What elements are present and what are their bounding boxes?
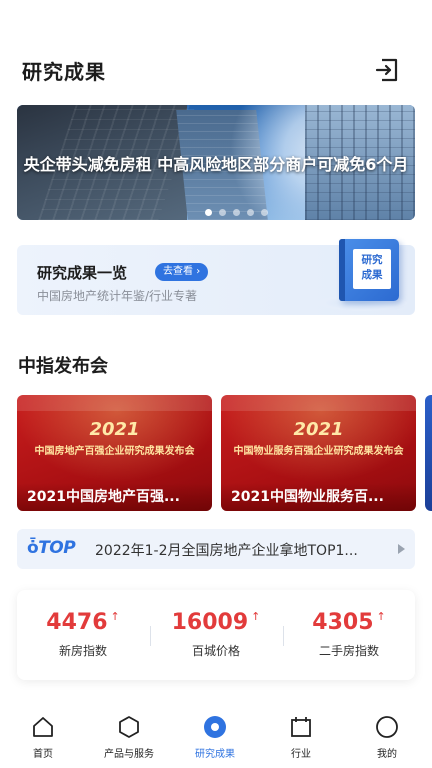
tab-industry[interactable]: 行业 xyxy=(258,705,344,768)
pager-dot[interactable] xyxy=(233,209,240,216)
tab-label: 首页 xyxy=(33,749,53,760)
event-caption: 2021中国物业服务百... xyxy=(221,483,416,511)
event-card-partial[interactable] xyxy=(425,395,432,511)
index-hundred-city[interactable]: 16009 ↑ 百城价格 xyxy=(150,590,282,680)
event-name: 中国物业服务百强企业研究成果发布会 xyxy=(233,446,404,457)
pager-dot[interactable] xyxy=(205,209,212,216)
banner-caption: 央企带头减免房租 中高风险地区部分商户可减免6个月 xyxy=(23,155,409,174)
trend-up-icon: ↑ xyxy=(376,610,386,623)
index-value: 4305 xyxy=(312,610,374,635)
research-catalog-card[interactable]: 研究成果一览 去查看 › 中国房地产统计年鉴/行业专著 研究 成果 xyxy=(17,239,415,315)
index-label: 新房指数 xyxy=(58,644,107,658)
index-panel: 4476 ↑ 新房指数 16009 ↑ 百城价格 4305 ↑ 二手房指数 xyxy=(17,590,415,680)
go-view-button[interactable]: 去查看 › xyxy=(155,263,209,281)
page-title: 研究成果 xyxy=(22,60,106,84)
go-view-label: 去查看 xyxy=(163,266,193,277)
home-icon xyxy=(33,717,53,737)
profile-icon xyxy=(376,716,398,738)
pager-dot[interactable] xyxy=(219,209,226,216)
calendar-icon xyxy=(291,717,311,737)
section-title-events: 中指发布会 xyxy=(18,356,108,377)
pager-dot[interactable] xyxy=(247,209,254,216)
index-value: 4476 xyxy=(46,610,108,635)
index-second-hand[interactable]: 4305 ↑ 二手房指数 xyxy=(283,590,415,680)
exit-button[interactable] xyxy=(374,56,402,84)
banner-pager xyxy=(205,209,268,216)
index-label: 二手房指数 xyxy=(318,644,379,658)
tab-home[interactable]: 首页 xyxy=(0,705,86,768)
tab-label: 研究成果 xyxy=(195,749,235,760)
event-card[interactable]: 2021 中国物业服务百强企业研究成果发布会 2021中国物业服务百... xyxy=(221,395,416,511)
tab-label: 我的 xyxy=(377,749,397,760)
event-card[interactable]: 2021 中国房地产百强企业研究成果发布会 2021中国房地产百强... xyxy=(17,395,212,511)
catalog-title: 研究成果一览 xyxy=(37,264,128,282)
tab-research[interactable]: 研究成果 xyxy=(172,705,258,768)
research-icon xyxy=(204,716,226,738)
index-value: 16009 xyxy=(171,610,249,635)
trend-up-icon: ↑ xyxy=(251,610,261,623)
pager-dot[interactable] xyxy=(261,209,268,216)
chevron-right-icon: › xyxy=(196,266,201,277)
event-year: 2021 xyxy=(89,419,140,440)
top-tag: ȱTOP xyxy=(27,538,76,558)
bottom-tab-bar: 首页 产品与服务 研究成果 行业 我的 xyxy=(0,705,432,768)
index-label: 百城价格 xyxy=(191,644,240,658)
tab-products[interactable]: 产品与服务 xyxy=(86,705,172,768)
event-year: 2021 xyxy=(293,419,344,440)
news-banner[interactable]: 央企带头减免房租 中高风险地区部分商户可减免6个月 xyxy=(17,105,415,220)
top-ranking-ticker[interactable]: ȱTOP 2022年1-2月全国房地产企业拿地TOP1... xyxy=(17,529,415,569)
tab-me[interactable]: 我的 xyxy=(344,705,430,768)
play-arrow-icon xyxy=(398,544,405,554)
ticker-text: 2022年1-2月全国房地产企业拿地TOP1... xyxy=(95,543,358,559)
catalog-subtitle: 中国房地产统计年鉴/行业专著 xyxy=(37,289,198,303)
book-icon: 研究 成果 xyxy=(339,239,399,301)
event-name: 中国房地产百强企业研究成果发布会 xyxy=(34,446,195,457)
tab-label: 产品与服务 xyxy=(104,749,154,760)
tab-label: 行业 xyxy=(291,749,311,760)
hexagon-icon xyxy=(119,716,139,738)
book-label: 研究 成果 xyxy=(353,249,391,289)
header: 研究成果 xyxy=(0,50,432,94)
exit-icon xyxy=(375,58,398,82)
trend-up-icon: ↑ xyxy=(110,610,120,623)
index-new-house[interactable]: 4476 ↑ 新房指数 xyxy=(17,590,149,680)
event-caption: 2021中国房地产百强... xyxy=(17,483,212,511)
medal-icon: ȱ xyxy=(27,538,39,558)
